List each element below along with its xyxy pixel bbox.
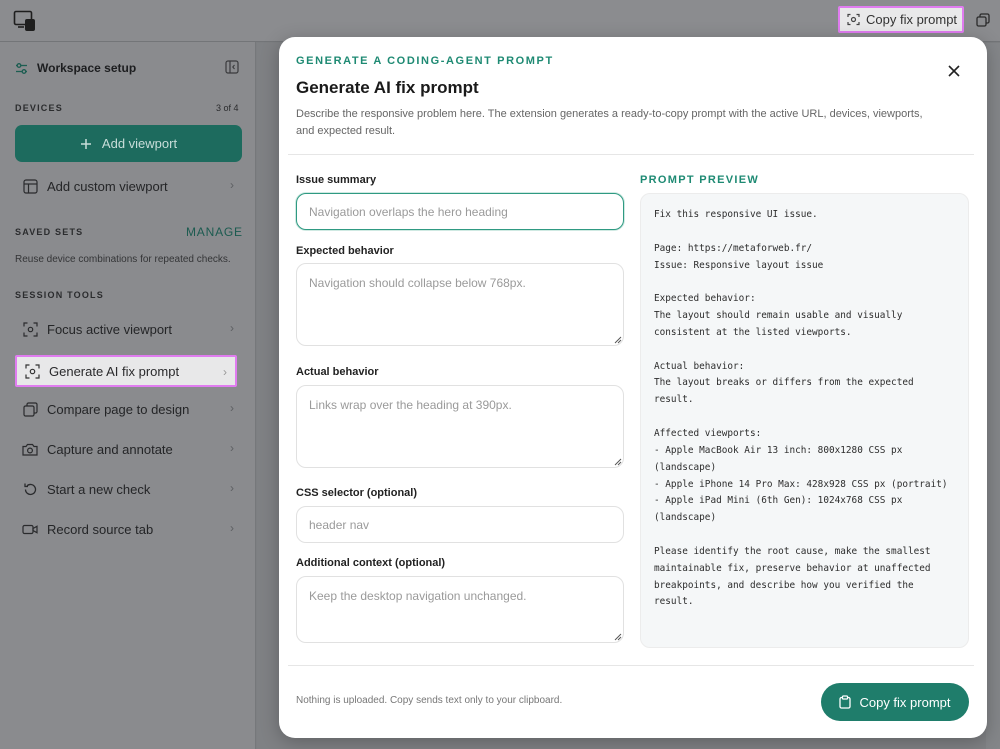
tool-label: Focus active viewport	[47, 321, 172, 337]
footer-privacy-note: Nothing is uploaded. Copy sends text onl…	[296, 695, 563, 706]
expected-behavior-textarea[interactable]	[296, 263, 624, 346]
tool-label: Generate AI fix prompt	[49, 363, 180, 379]
tool-generate-ai-fix-prompt[interactable]: Generate AI fix prompt ›	[15, 355, 237, 387]
refresh-icon	[21, 480, 39, 498]
layers-icon[interactable]	[976, 13, 990, 32]
tool-capture-and-annotate[interactable]: Capture and annotate ›	[15, 433, 242, 465]
additional-context-label: Additional context (optional)	[296, 557, 446, 569]
modal-description: Describe the responsive problem here. Th…	[296, 108, 923, 137]
scan-icon	[847, 13, 860, 26]
tool-focus-active-viewport[interactable]: Focus active viewport ›	[15, 313, 242, 345]
saved-sets-description: Reuse device combinations for repeated c…	[15, 254, 231, 265]
workspace-title: Workspace setup	[37, 61, 137, 75]
backdrop-scroll-strip	[986, 43, 1000, 749]
chevron-right-icon: ›	[230, 441, 234, 455]
footer-divider	[288, 665, 974, 666]
issue-summary-input[interactable]	[296, 193, 624, 230]
chevron-right-icon: ›	[230, 178, 234, 192]
chevron-right-icon: ›	[230, 481, 234, 495]
add-viewport-button[interactable]: Add viewport	[15, 125, 242, 162]
manage-saved-sets-link[interactable]: MANAGE	[186, 225, 243, 239]
generate-prompt-modal: GENERATE A CODING-AGENT PROMPT Generate …	[279, 37, 987, 738]
tool-label: Capture and annotate	[47, 441, 173, 457]
expected-behavior-label: Expected behavior	[296, 245, 394, 257]
resize-grip-icon[interactable]	[614, 458, 622, 466]
actual-behavior-textarea[interactable]	[296, 385, 624, 468]
modal-title: Generate AI fix prompt	[296, 78, 479, 97]
toolbar-copy-label: Copy fix prompt	[866, 12, 958, 27]
issue-summary-label: Issue summary	[296, 174, 377, 186]
prompt-preview-box: Fix this responsive UI issue. Page: http…	[640, 193, 969, 648]
top-toolbar: Copy fix prompt	[0, 0, 1000, 42]
css-selector-label: CSS selector (optional)	[296, 487, 418, 499]
chevron-right-icon: ›	[230, 521, 234, 535]
header-divider	[288, 154, 974, 155]
add-custom-viewport-button[interactable]: Add custom viewport ›	[15, 170, 242, 202]
focus-icon	[21, 320, 39, 338]
prompt-preview-label: PROMPT PREVIEW	[640, 174, 760, 186]
css-selector-input[interactable]	[296, 506, 624, 543]
compare-icon	[21, 400, 39, 418]
session-tools-label: SESSION TOOLS	[15, 290, 104, 300]
chevron-right-icon: ›	[230, 321, 234, 335]
tool-label: Record source tab	[47, 521, 154, 537]
clipboard-icon	[839, 695, 852, 709]
tool-record-source-tab[interactable]: Record source tab ›	[15, 513, 242, 545]
camera-icon	[21, 440, 39, 458]
copy-fix-prompt-button[interactable]: Copy fix prompt	[821, 683, 969, 721]
modal-eyebrow: GENERATE A CODING-AGENT PROMPT	[296, 55, 554, 67]
tool-start-new-check[interactable]: Start a new check ›	[15, 473, 242, 505]
sliders-icon	[16, 62, 27, 74]
tool-compare-page-to-design[interactable]: Compare page to design ›	[15, 393, 242, 425]
app-logo-icon[interactable]	[13, 10, 37, 32]
chevron-right-icon: ›	[230, 401, 234, 415]
workspace-header: Workspace setup	[15, 58, 239, 78]
add-custom-viewport-label: Add custom viewport	[47, 178, 168, 194]
actual-behavior-label: Actual behavior	[296, 366, 379, 378]
resize-grip-icon[interactable]	[614, 633, 622, 641]
tool-label: Start a new check	[47, 481, 151, 497]
toolbar-copy-fix-prompt-button[interactable]: Copy fix prompt	[838, 6, 964, 33]
close-icon[interactable]	[945, 62, 963, 80]
layout-icon	[21, 177, 39, 195]
sidebar: Workspace setup DEVICES 3 of 4 Add viewp…	[0, 42, 256, 749]
video-icon	[21, 520, 39, 538]
devices-count: 3 of 4	[216, 103, 239, 113]
resize-grip-icon[interactable]	[614, 336, 622, 344]
additional-context-textarea[interactable]	[296, 576, 624, 643]
add-viewport-label: Add viewport	[101, 136, 178, 151]
prompt-preview-text: Fix this responsive UI issue. Page: http…	[654, 209, 948, 608]
copy-fix-prompt-label: Copy fix prompt	[859, 694, 951, 710]
devices-label: DEVICES	[15, 103, 63, 113]
tool-label: Compare page to design	[47, 401, 190, 417]
saved-sets-label: SAVED SETS	[15, 227, 84, 237]
sidebar-collapse-icon[interactable]	[225, 60, 239, 79]
plus-icon	[80, 138, 91, 149]
scan-icon	[23, 362, 41, 380]
chevron-right-icon: ›	[223, 365, 227, 379]
